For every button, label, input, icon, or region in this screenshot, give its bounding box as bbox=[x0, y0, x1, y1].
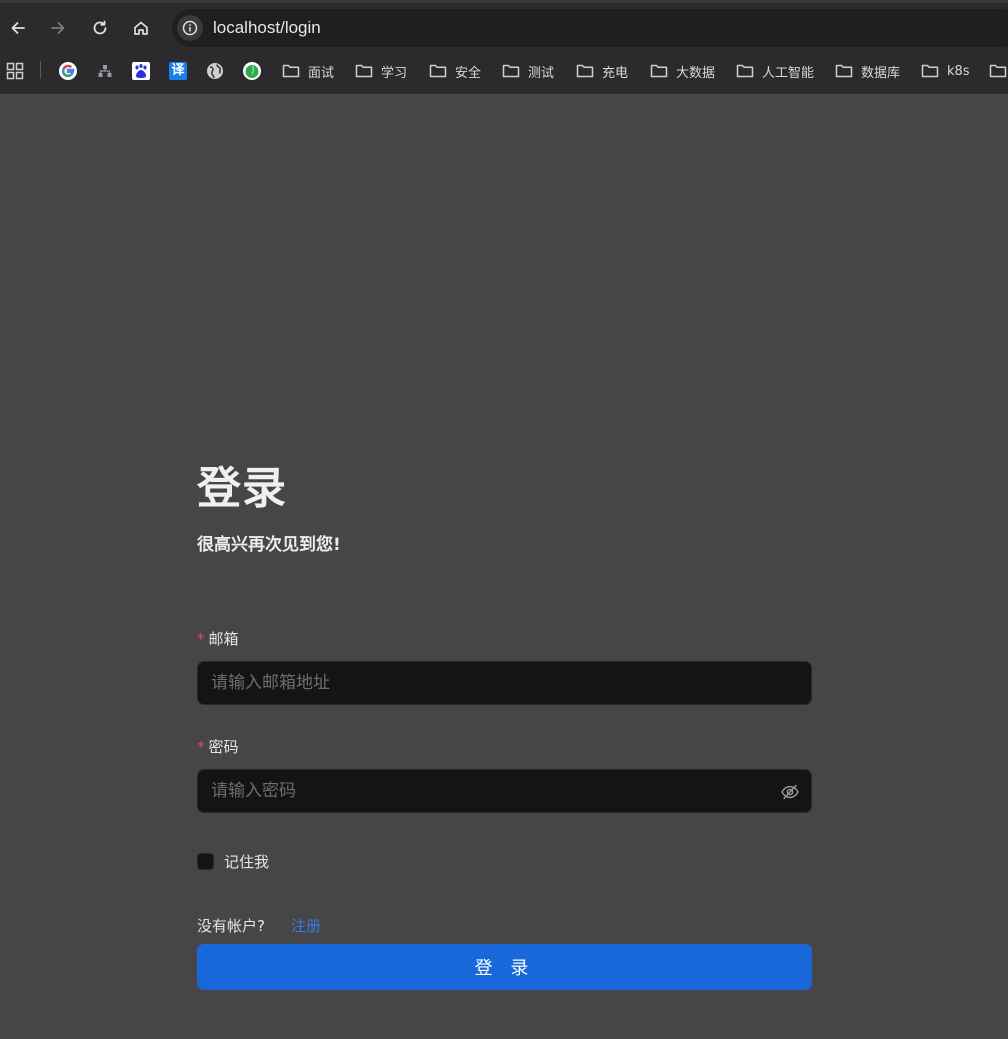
forward-button[interactable] bbox=[44, 14, 72, 42]
info-icon bbox=[182, 20, 198, 36]
chrome-top-edge bbox=[0, 0, 1008, 3]
folder-icon bbox=[355, 64, 373, 78]
email-input[interactable] bbox=[198, 662, 811, 704]
bookmark-folder-study[interactable]: 学习 bbox=[355, 59, 407, 83]
bookmark-folder-security[interactable]: 安全 bbox=[429, 59, 481, 83]
password-input-wrapper bbox=[197, 769, 812, 813]
page-title: 登录 bbox=[197, 463, 287, 514]
reload-button[interactable] bbox=[86, 14, 114, 42]
home-icon bbox=[134, 21, 148, 35]
translate-icon: 译 bbox=[169, 62, 187, 80]
email-label: * 邮箱 bbox=[197, 628, 239, 649]
bookmark-green[interactable] bbox=[243, 59, 261, 83]
baidu-icon bbox=[132, 62, 150, 80]
folder-icon bbox=[835, 64, 853, 78]
bookmark-label: 数据库 bbox=[861, 65, 901, 81]
bookmark-label: 面试 bbox=[308, 65, 335, 81]
google-icon bbox=[59, 62, 77, 80]
bookmark-folder-interview[interactable]: 面试 bbox=[282, 59, 334, 83]
network-icon bbox=[98, 65, 112, 77]
folder-icon bbox=[736, 64, 754, 78]
password-label: * 密码 bbox=[197, 736, 239, 757]
bookmark-label: 学习 bbox=[381, 65, 408, 81]
eye-off-icon bbox=[781, 784, 799, 800]
no-account-text: 没有帐户? bbox=[197, 916, 265, 935]
bookmark-baidu[interactable] bbox=[132, 59, 150, 83]
login-button[interactable]: 登 录 bbox=[197, 944, 812, 990]
bookmark-folder-k8s[interactable]: k8s bbox=[921, 59, 970, 83]
bookmark-translate[interactable]: 译 bbox=[169, 59, 187, 83]
toggle-password-visibility[interactable] bbox=[779, 781, 801, 803]
folder-icon bbox=[650, 64, 668, 78]
bookmark-folder-ai[interactable]: 人工智能 bbox=[736, 59, 814, 83]
url-text: localhost/login bbox=[213, 18, 321, 37]
password-input[interactable] bbox=[198, 770, 811, 812]
bookmark-folder-charging[interactable]: 充电 bbox=[576, 59, 628, 83]
signup-row: 没有帐户? 注册 bbox=[197, 914, 321, 936]
folder-icon bbox=[576, 64, 594, 78]
folder-icon bbox=[921, 64, 939, 78]
required-mark: * bbox=[197, 630, 205, 648]
page-subtitle: 很高兴再次见到您! bbox=[197, 535, 341, 555]
email-label-text: 邮箱 bbox=[208, 630, 239, 648]
arrow-right-icon bbox=[51, 22, 65, 34]
browser-chrome: localhost/login 译 面试 学习 安全 测试 充电 大数据 人工智… bbox=[0, 0, 1008, 94]
bookmark-google[interactable] bbox=[59, 59, 77, 83]
bookmark-folder-more[interactable] bbox=[989, 59, 1007, 83]
bookmark-folder-bigdata[interactable]: 大数据 bbox=[650, 59, 715, 83]
email-input-wrapper bbox=[197, 661, 812, 705]
apps-button[interactable] bbox=[6, 59, 24, 83]
back-button[interactable] bbox=[4, 14, 32, 42]
reload-icon bbox=[93, 20, 107, 35]
globe-icon bbox=[207, 63, 223, 79]
folder-icon bbox=[282, 64, 300, 78]
remember-me[interactable]: 记住我 bbox=[197, 850, 269, 872]
apps-grid-icon bbox=[6, 62, 24, 80]
required-mark: * bbox=[197, 738, 205, 756]
remember-me-label: 记住我 bbox=[224, 852, 270, 871]
bookmark-label: k8s bbox=[947, 63, 970, 79]
bookmark-label: 人工智能 bbox=[762, 65, 815, 81]
folder-icon bbox=[502, 64, 520, 78]
signup-link[interactable]: 注册 bbox=[291, 915, 321, 936]
site-info-button[interactable] bbox=[177, 15, 203, 41]
folder-icon bbox=[989, 64, 1007, 78]
green-leaf-icon bbox=[243, 62, 261, 80]
home-button[interactable] bbox=[127, 14, 155, 42]
bookmark-globe[interactable] bbox=[206, 59, 224, 83]
bookmarks-bar: 译 面试 学习 安全 测试 充电 大数据 人工智能 数据库 k8s bbox=[0, 56, 1008, 86]
address-bar[interactable]: localhost/login bbox=[172, 9, 1008, 47]
bookmark-label: 安全 bbox=[455, 65, 482, 81]
bookmark-folder-database[interactable]: 数据库 bbox=[835, 59, 900, 83]
bookmark-label: 测试 bbox=[528, 65, 555, 81]
bookmark-label: 大数据 bbox=[676, 65, 716, 81]
bookmark-folder-testing[interactable]: 测试 bbox=[502, 59, 554, 83]
arrow-left-icon bbox=[11, 22, 25, 34]
bookmark-network[interactable] bbox=[96, 59, 114, 83]
bookmarks-separator bbox=[40, 61, 41, 79]
bookmark-label: 充电 bbox=[602, 65, 629, 81]
remember-me-checkbox[interactable] bbox=[197, 852, 214, 870]
folder-icon bbox=[429, 64, 447, 78]
password-label-text: 密码 bbox=[208, 738, 239, 756]
